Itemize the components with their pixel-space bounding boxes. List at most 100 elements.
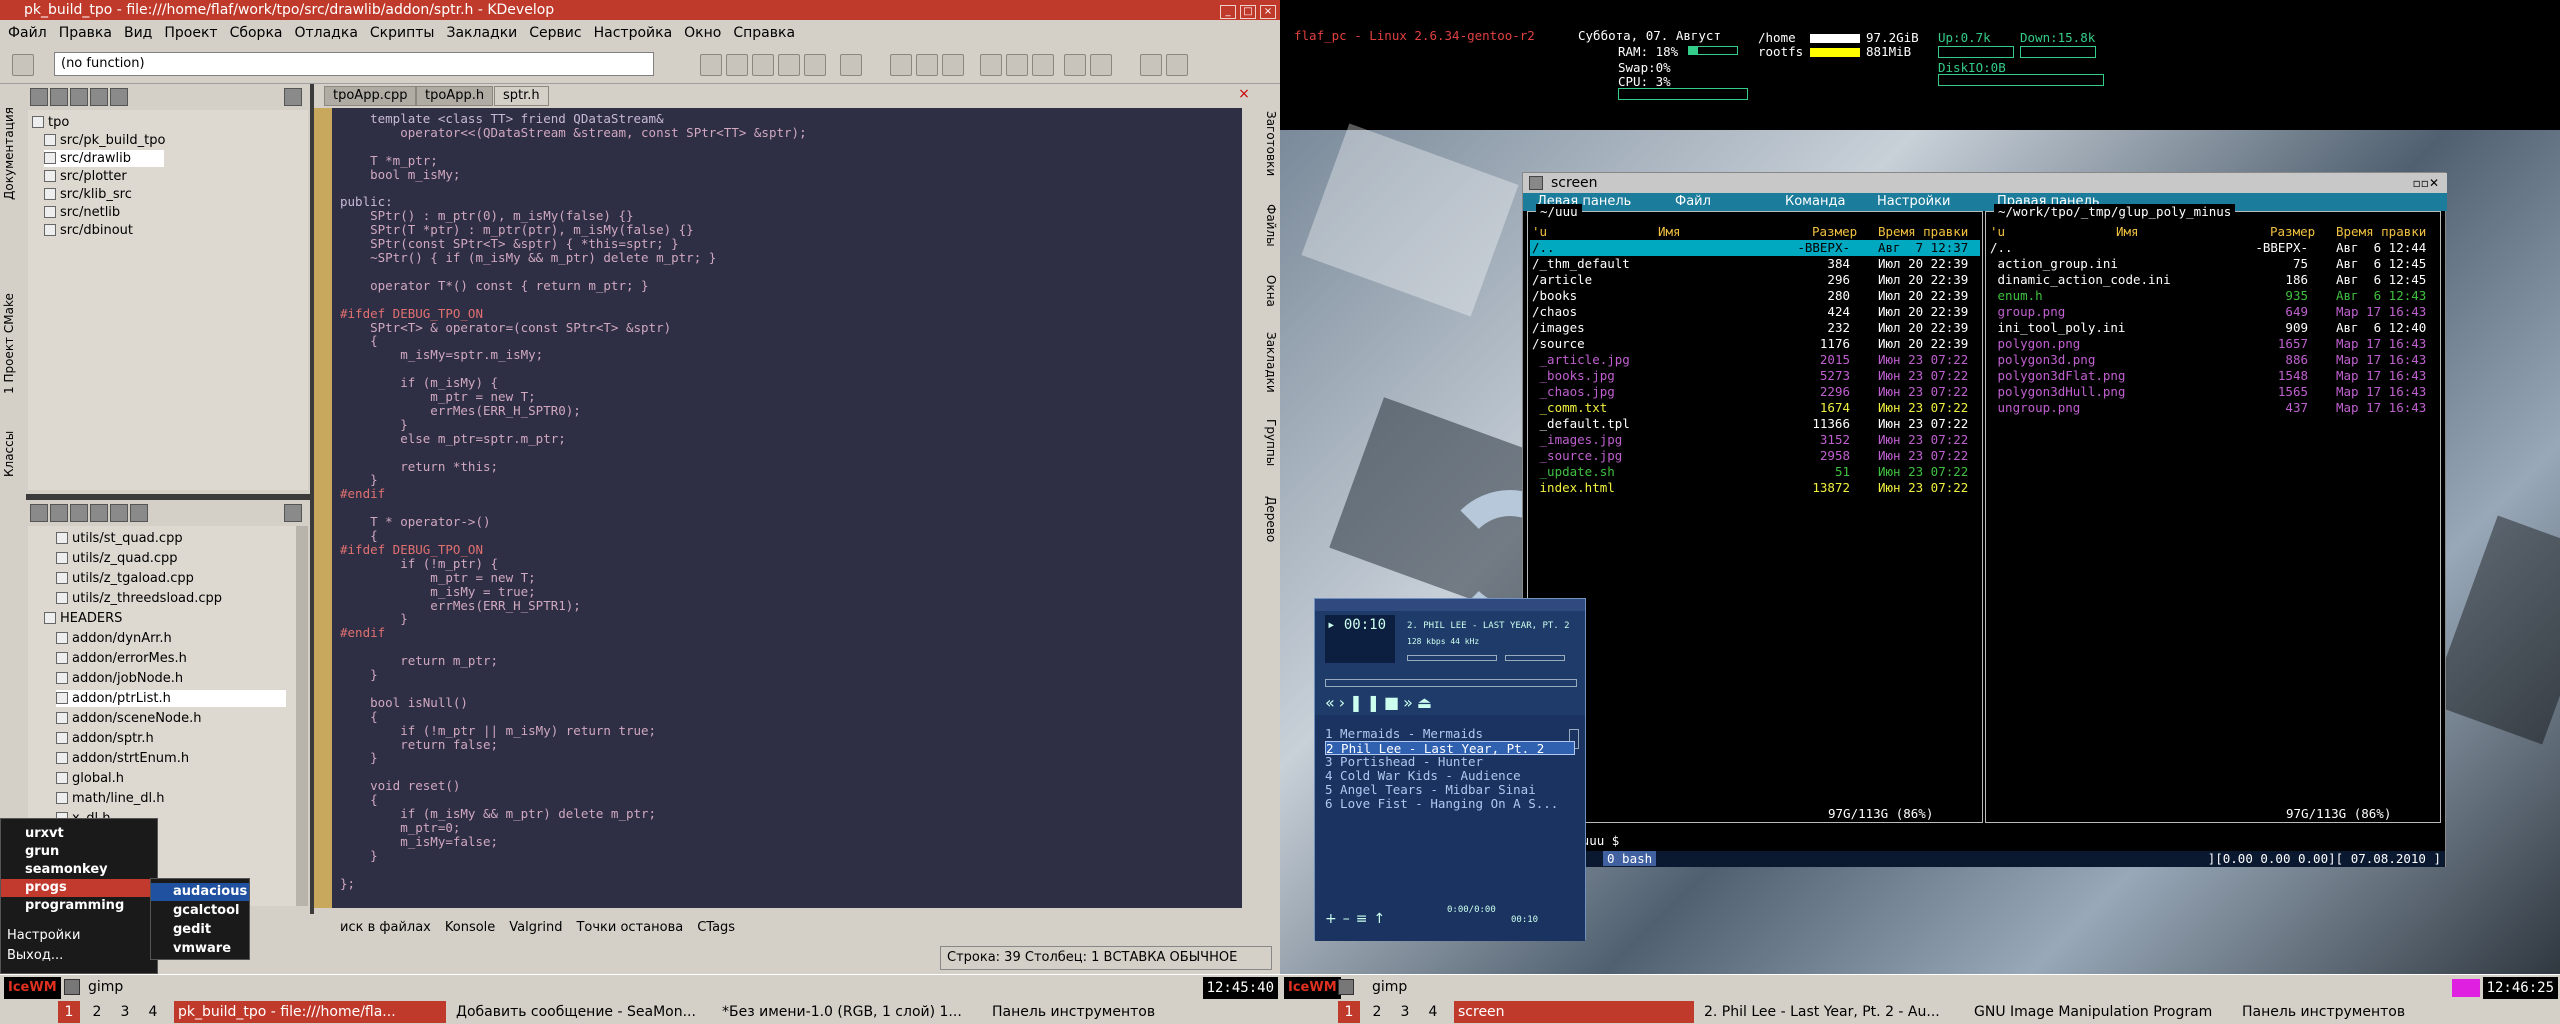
- volume-slider[interactable]: [1407, 655, 1497, 661]
- tool-icon[interactable]: [752, 54, 774, 76]
- playlist-item[interactable]: 6 Love Fist - Hanging On A S...: [1325, 797, 1558, 811]
- tool-icon[interactable]: [1032, 54, 1054, 76]
- start-menu-item[interactable]: seamonkey: [7, 861, 108, 879]
- taskbar-task[interactable]: screen: [1454, 1001, 1694, 1023]
- dock-tab[interactable]: Дерево: [1256, 484, 1278, 554]
- window-buttons[interactable]: ▫▫✕: [2413, 176, 2439, 190]
- menu-item[interactable]: Файл: [8, 25, 47, 41]
- window-list-icon[interactable]: [64, 979, 80, 995]
- tool-icon[interactable]: [110, 504, 128, 522]
- tool-icon[interactable]: [942, 54, 964, 76]
- taskbar-task[interactable]: 2. Phil Lee - Last Year, Pt. 2 - Au...: [1700, 1001, 1964, 1023]
- submenu-item[interactable]: audacious: [151, 883, 249, 901]
- tool-icon[interactable]: [70, 88, 88, 106]
- playlist-buttons[interactable]: +–≡↑: [1325, 911, 1391, 927]
- tab-tpoapp-cpp[interactable]: tpoApp.cpp: [324, 86, 417, 106]
- menu-item[interactable]: Отладка: [294, 25, 357, 41]
- menu-item[interactable]: Справка: [733, 25, 795, 41]
- tool-icon[interactable]: [70, 504, 88, 522]
- stop-icon[interactable]: [1090, 54, 1112, 76]
- tool-icon[interactable]: [778, 54, 800, 76]
- desktop-3[interactable]: 3: [1394, 1001, 1416, 1023]
- quick-launch-gimp[interactable]: gimp: [1372, 979, 1407, 995]
- tool-icon[interactable]: [1006, 54, 1028, 76]
- menu-item[interactable]: Окно: [684, 25, 721, 41]
- icewm-start-button[interactable]: IceWM: [4, 977, 61, 999]
- mc-left-panel[interactable]: ~/uuu 'u Имя Размер Время правки /.. -ВВЕРХ- Ав…: [1527, 204, 1983, 823]
- menu-item[interactable]: Скрипты: [370, 25, 435, 41]
- tool-icon[interactable]: [130, 504, 148, 522]
- mc-file-row[interactable]: polygon.png 1657 Мар 17 16:43: [1988, 336, 2438, 352]
- player-titlebar[interactable]: [1315, 599, 1585, 611]
- tree-item[interactable]: src/klib_src: [44, 186, 264, 203]
- dock-tab-project[interactable]: 1 Проект CMake: [2, 284, 24, 404]
- tool-icon[interactable]: [284, 504, 302, 522]
- mc-file-row[interactable]: group.png 649 Мар 17 16:43: [1988, 304, 2438, 320]
- screen-window-bash[interactable]: 0 bash: [1603, 851, 1657, 866]
- file-tree-item[interactable]: addon/dynArr.h: [56, 630, 172, 647]
- menu-item[interactable]: Настройка: [594, 25, 673, 41]
- tool-icon[interactable]: [90, 504, 108, 522]
- mc-file-row[interactable]: /source 1176 Июл 20 22:39: [1530, 336, 1980, 352]
- tool-icon[interactable]: [90, 88, 108, 106]
- file-tree-item[interactable]: addon/strtEnum.h: [56, 750, 189, 767]
- file-tree-item[interactable]: math/line_dl.h: [56, 790, 165, 807]
- tool-icon[interactable]: [30, 504, 48, 522]
- dock-tab-classes[interactable]: Классы: [2, 414, 24, 494]
- tree-item[interactable]: src/pk_build_tpo: [44, 132, 264, 149]
- tree-item[interactable]: src/netlib: [44, 204, 264, 221]
- tab-tpoapp-h[interactable]: tpoApp.h: [416, 86, 494, 106]
- quick-launch-gimp[interactable]: gimp: [88, 979, 123, 995]
- bottom-tab[interactable]: Точки останова: [576, 920, 683, 940]
- dock-tab[interactable]: Закладки: [1256, 322, 1278, 402]
- tree-item[interactable]: src/plotter: [44, 168, 264, 185]
- start-menu-item[interactable]: programming: [7, 897, 124, 915]
- file-tree-item[interactable]: addon/errorMes.h: [56, 650, 187, 667]
- tool-icon[interactable]: [804, 54, 826, 76]
- submenu-item[interactable]: vmware: [173, 940, 231, 958]
- mc-menu-item[interactable]: Файл: [1675, 193, 1711, 211]
- mc-file-row[interactable]: action_group.ini 75 Авг 6 12:45: [1988, 256, 2438, 272]
- file-tree-item[interactable]: addon/sceneNode.h: [56, 710, 202, 727]
- tab-sptr-h[interactable]: sptr.h: [494, 86, 549, 106]
- file-tree-item[interactable]: addon/sptr.h: [56, 730, 154, 747]
- mc-file-row[interactable]: /images 232 Июл 20 22:39: [1530, 320, 1980, 336]
- mc-menu-item[interactable]: Команда: [1785, 193, 1845, 211]
- bottom-tab[interactable]: Konsole: [445, 920, 495, 940]
- playlist-item[interactable]: 4 Cold War Kids - Audience: [1325, 769, 1521, 783]
- start-menu-item[interactable]: Выход...: [7, 947, 63, 965]
- close-icon[interactable]: ×: [1260, 4, 1276, 19]
- mc-file-row[interactable]: enum.h 935 Авг 6 12:43: [1988, 288, 2438, 304]
- file-tree-item[interactable]: utils/st_quad.cpp: [56, 530, 183, 547]
- mc-file-row[interactable]: polygon3dFlat.png 1548 Мар 17 16:43: [1988, 368, 2438, 384]
- desktop-1[interactable]: 1: [1338, 1001, 1360, 1023]
- file-tree-item[interactable]: HEADERS: [44, 610, 122, 627]
- tool-icon[interactable]: [840, 54, 862, 76]
- mc-file-row[interactable]: index.html 13872 Июн 23 07:22: [1530, 480, 1980, 496]
- minimize-icon[interactable]: _: [1220, 4, 1236, 19]
- desktop-2[interactable]: 2: [86, 1001, 108, 1023]
- desktop-1[interactable]: 1: [58, 1001, 80, 1023]
- tool-icon[interactable]: [980, 54, 1002, 76]
- desktop-4[interactable]: 4: [1422, 1001, 1444, 1023]
- mc-file-row[interactable]: /article 296 Июл 20 22:39: [1530, 272, 1980, 288]
- tool-icon[interactable]: [50, 504, 68, 522]
- dock-tab-docs[interactable]: Документация: [2, 94, 24, 214]
- tool-icon[interactable]: [726, 54, 748, 76]
- scrollbar[interactable]: [296, 526, 308, 906]
- tree-item[interactable]: src/drawlib: [44, 150, 164, 167]
- file-tree-item[interactable]: utils/z_threedsload.cpp: [56, 590, 222, 607]
- file-tree-item[interactable]: utils/z_tgaload.cpp: [56, 570, 194, 587]
- mc-file-row[interactable]: ini_tool_poly.ini 909 Авг 6 12:40: [1988, 320, 2438, 336]
- playlist-item[interactable]: 1 Mermaids - Mermaids: [1325, 727, 1483, 741]
- taskbar-task[interactable]: *Без имени-1.0 (RGB, 1 слой) 1...: [718, 1001, 982, 1023]
- mc-file-row[interactable]: _default.tpl 11366 Июн 23 07:22: [1530, 416, 1980, 432]
- desktop-4[interactable]: 4: [142, 1001, 164, 1023]
- file-tree-item[interactable]: utils/z_quad.cpp: [56, 550, 178, 567]
- mc-file-row[interactable]: _images.jpg 3152 Июн 23 07:22: [1530, 432, 1980, 448]
- tree-item[interactable]: tpo: [32, 114, 252, 131]
- tree-item[interactable]: src/dbinout: [44, 222, 264, 239]
- menu-item[interactable]: Вид: [124, 25, 152, 41]
- mc-file-row[interactable]: /.. -ВВЕРХ- Авг 6 12:44: [1988, 240, 2438, 256]
- mc-right-panel[interactable]: ~/work/tpo/_tmp/glup_poly_minus 'u Имя Разм…: [1985, 204, 2441, 823]
